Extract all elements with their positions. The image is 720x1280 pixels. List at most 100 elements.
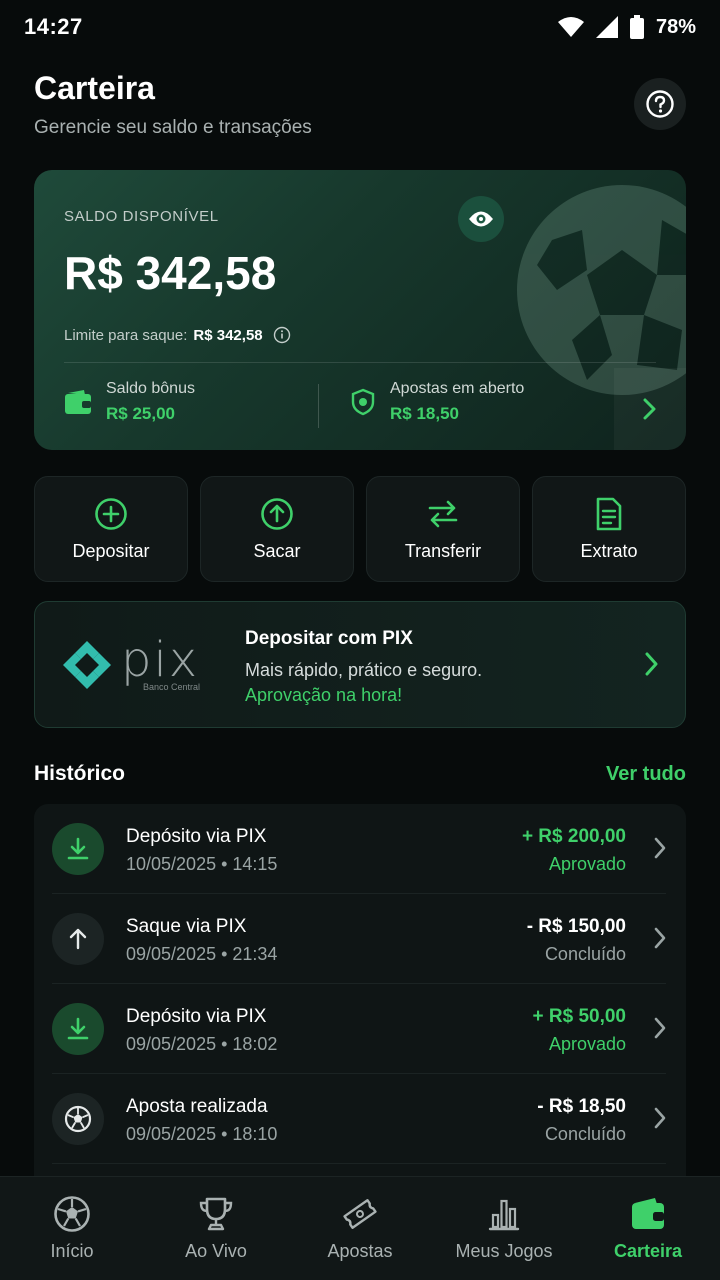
upload-circle-icon — [261, 497, 293, 530]
bottom-nav: Início Ao Vivo Apostas Meus Jogos Cartei… — [0, 1176, 720, 1280]
nav-label: Meus Jogos — [455, 1241, 553, 1261]
page-title: Carteira — [34, 70, 155, 106]
chevron-right-icon — [654, 837, 666, 859]
soccer-ball-icon — [64, 1105, 92, 1133]
arrow-up-icon — [69, 928, 87, 950]
transaction-amount: - R$ 150,00 — [526, 916, 626, 937]
nav-item-meus-jogos[interactable]: Meus Jogos — [432, 1177, 576, 1280]
status-icons: 78% — [557, 15, 696, 39]
transaction-row[interactable]: Aposta realizada 09/05/2025 • 18:10 - R$… — [52, 1074, 666, 1164]
battery-level: 78% — [655, 15, 696, 38]
pix-title: Depositar com PIX — [245, 628, 413, 649]
trophy-icon — [199, 1197, 233, 1231]
withdraw-limit: Limite para saque: R$ 342,58 — [64, 326, 291, 344]
nav-label: Início — [50, 1241, 94, 1261]
plus-circle-icon — [95, 497, 127, 530]
open-bets: Apostas em aberto R$ 18,50 — [350, 380, 524, 424]
status-bar: 14:27 78% — [0, 0, 720, 54]
see-all-link[interactable]: Ver tudo — [606, 763, 686, 786]
soccer-ball-icon — [54, 1196, 90, 1232]
pix-highlight: Aprovação na hora! — [245, 685, 403, 705]
transaction-row[interactable]: Saque via PIX 09/05/2025 • 21:34 - R$ 15… — [52, 894, 666, 984]
nav-item-ao-vivo[interactable]: Ao Vivo — [144, 1177, 288, 1280]
pix-diamond-icon — [63, 641, 111, 689]
withdraw-button[interactable]: Sacar — [200, 476, 354, 582]
signal-icon — [595, 16, 618, 38]
balance-value: R$ 342,58 — [64, 247, 277, 299]
download-icon — [67, 1017, 89, 1040]
nav-item-carteira[interactable]: Carteira — [576, 1177, 720, 1280]
transaction-date: 09/05/2025 • 21:34 — [126, 944, 278, 964]
transfer-icon — [428, 500, 458, 527]
transaction-title: Aposta realizada — [126, 1096, 268, 1117]
balance-details-button[interactable] — [614, 368, 686, 450]
transaction-date: 09/05/2025 • 18:10 — [126, 1124, 278, 1144]
card-divider — [64, 362, 656, 363]
bar-chart-icon — [488, 1199, 520, 1231]
open-bets-label: Apostas em aberto — [390, 380, 525, 397]
wallet-icon — [632, 1198, 664, 1229]
page-header: Carteira Gerencie seu saldo e transações — [34, 70, 686, 150]
transaction-status: Aprovado — [548, 1034, 626, 1054]
withdraw-icon-badge — [52, 913, 104, 965]
nav-item-inicio[interactable]: Início — [0, 1177, 144, 1280]
stat-divider — [318, 384, 319, 428]
quick-actions: Depositar Sacar Transferir Extrato — [34, 476, 686, 582]
transaction-row[interactable]: Depósito via PIX 10/05/2025 • 14:15 + R$… — [52, 804, 666, 894]
chevron-right-icon — [654, 1017, 666, 1039]
wallet-icon — [65, 390, 91, 414]
transfer-label: Transferir — [404, 540, 482, 561]
history-header: Histórico Ver tudo — [34, 762, 686, 786]
history-list: Depósito via PIX 10/05/2025 • 14:15 + R$… — [34, 804, 686, 1184]
bonus-label: Saldo bônus — [106, 380, 195, 397]
chevron-right-icon — [645, 652, 658, 676]
transaction-title: Saque via PIX — [126, 916, 247, 937]
nav-label: Carteira — [613, 1241, 683, 1261]
nav-item-apostas[interactable]: Apostas — [288, 1177, 432, 1280]
bonus-value: R$ 25,00 — [106, 404, 175, 423]
chevron-right-icon — [643, 398, 656, 420]
transaction-date: 09/05/2025 • 18:02 — [126, 1034, 278, 1054]
statement-button[interactable]: Extrato — [532, 476, 686, 582]
status-time: 14:27 — [24, 14, 83, 39]
chevron-right-icon — [654, 927, 666, 949]
transaction-status: Concluído — [544, 944, 626, 964]
statement-label: Extrato — [580, 540, 638, 561]
help-button[interactable] — [634, 78, 686, 130]
pix-logo-text: pix — [121, 632, 200, 688]
bet-icon-badge — [52, 1093, 104, 1145]
toggle-visibility-button[interactable] — [458, 196, 504, 242]
transaction-row[interactable]: Depósito via PIX 09/05/2025 • 18:02 + R$… — [52, 984, 666, 1074]
withdraw-label: Sacar — [253, 540, 301, 561]
transaction-amount: - R$ 18,50 — [537, 1096, 626, 1117]
chevron-right-icon — [654, 1107, 666, 1129]
pix-logo-subtext: Banco Central — [143, 682, 201, 692]
eye-icon — [469, 211, 493, 227]
deposit-button[interactable]: Depositar — [34, 476, 188, 582]
withdraw-limit-label: Limite para saque: — [64, 326, 188, 344]
transaction-amount: + R$ 200,00 — [521, 826, 626, 847]
transaction-title: Depósito via PIX — [126, 1006, 267, 1027]
bonus-balance: Saldo bônus R$ 25,00 — [64, 380, 195, 424]
pix-logo: pix Banco Central — [61, 632, 201, 692]
page-subtitle: Gerencie seu saldo e transações — [34, 117, 312, 138]
soccer-ball-watermark-icon — [517, 185, 686, 395]
battery-icon — [629, 15, 644, 39]
pix-deposit-card[interactable]: pix Banco Central Depositar com PIX Mais… — [34, 601, 686, 728]
ticket-icon — [343, 1199, 377, 1229]
shield-icon — [351, 388, 375, 416]
download-icon — [67, 837, 89, 860]
deposit-icon-badge — [52, 1003, 104, 1055]
withdraw-limit-value: R$ 342,58 — [193, 326, 263, 344]
nav-label: Apostas — [327, 1241, 393, 1261]
info-icon[interactable] — [273, 326, 291, 344]
transaction-status: Aprovado — [548, 854, 626, 874]
history-title: Histórico — [34, 762, 126, 785]
balance-label: SALDO DISPONÍVEL — [64, 208, 219, 225]
transfer-button[interactable]: Transferir — [366, 476, 520, 582]
pix-description: Mais rápido, prático e seguro. — [245, 660, 483, 680]
help-icon — [646, 90, 674, 118]
transaction-amount: + R$ 50,00 — [532, 1006, 627, 1027]
document-icon — [596, 497, 622, 530]
open-bets-value: R$ 18,50 — [390, 404, 459, 423]
